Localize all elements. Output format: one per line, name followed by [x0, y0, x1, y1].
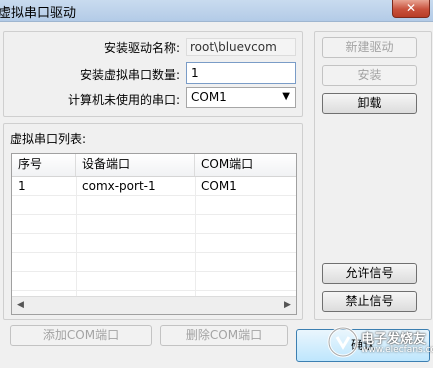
- port-count-label: 安装虚拟串口数量:: [79, 68, 180, 82]
- window-title: 虚拟串口驱动: [0, 6, 77, 21]
- table-row[interactable]: 1 comx-port-1 COM1: [12, 177, 296, 196]
- port-count-input[interactable]: [186, 62, 296, 84]
- watermark-logo-icon: [327, 326, 359, 358]
- watermark-url: www.elecfans.com: [361, 345, 433, 355]
- block-signal-button[interactable]: 禁止信号: [322, 291, 417, 312]
- port-list-title: 虚拟串口列表:: [10, 132, 87, 146]
- watermark: 电子发烧友 www.elecfans.com: [326, 323, 433, 363]
- horizontal-scrollbar[interactable]: ◀ ▶: [12, 296, 296, 314]
- port-list-view[interactable]: 序号 设备端口 COM端口 1 comx-port-1 COM1 ◀ ▶: [11, 153, 297, 315]
- empty-row: [12, 215, 296, 234]
- unused-port-label: 计算机未使用的串口:: [67, 93, 180, 107]
- empty-row: [12, 272, 296, 291]
- cell-device-port: comx-port-1: [82, 179, 156, 193]
- column-header-com-port[interactable]: COM端口: [195, 154, 296, 176]
- unused-port-select[interactable]: COM1 ▼: [186, 87, 296, 108]
- allow-signal-button[interactable]: 允许信号: [322, 263, 417, 284]
- empty-row: [12, 253, 296, 272]
- scroll-right-icon[interactable]: ▶: [279, 297, 296, 313]
- add-com-port-button[interactable]: 添加COM端口: [10, 325, 152, 346]
- cell-com-port: COM1: [201, 179, 237, 193]
- unused-port-value: COM1: [191, 90, 227, 104]
- driver-name-field: root\bluevcom: [186, 38, 296, 56]
- list-rows: 1 comx-port-1 COM1: [12, 177, 296, 310]
- empty-row: [12, 234, 296, 253]
- list-header: 序号 设备端口 COM端口: [12, 154, 296, 177]
- column-header-device-port[interactable]: 设备端口: [76, 154, 195, 176]
- chevron-down-icon: ▼: [282, 91, 290, 102]
- new-driver-button[interactable]: 新建驱动: [322, 37, 417, 58]
- scroll-left-icon[interactable]: ◀: [12, 297, 29, 313]
- empty-row: [12, 196, 296, 215]
- cell-index: 1: [18, 179, 26, 193]
- uninstall-button[interactable]: 卸载: [322, 93, 417, 114]
- driver-name-label: 安装驱动名称:: [103, 41, 180, 55]
- column-header-index[interactable]: 序号: [12, 154, 76, 176]
- install-button[interactable]: 安装: [322, 65, 417, 86]
- close-button[interactable]: ✕: [392, 0, 430, 18]
- delete-com-port-button[interactable]: 删除COM端口: [160, 325, 288, 346]
